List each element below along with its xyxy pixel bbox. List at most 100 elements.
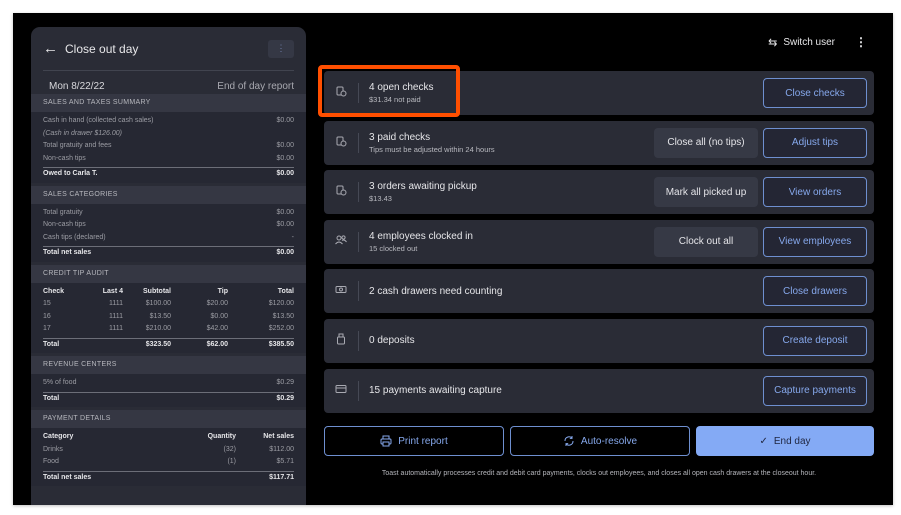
cell: $117.71: [269, 473, 294, 481]
auto-resolve-button[interactable]: Auto-resolve: [510, 426, 690, 456]
cell: $62.00: [206, 340, 228, 348]
payment-details-table: Category Quantity Net sales Drinks (32) …: [31, 428, 306, 486]
column-header: Net sales: [263, 433, 294, 440]
task-title: 4 employees clocked in: [369, 230, 473, 242]
panel-title: Close out day: [65, 41, 139, 56]
divider: [358, 281, 359, 302]
switch-user-label: Switch user: [783, 36, 835, 48]
capture-payments-button[interactable]: Capture payments: [763, 375, 867, 406]
adjust-tips-button[interactable]: Adjust tips: [763, 127, 867, 158]
column-header: Tip: [217, 287, 228, 295]
sales-taxes-section: Cash in hand (collected cash sales) $0.00…: [31, 112, 306, 183]
panel-more-button[interactable]: ⋮: [268, 39, 294, 58]
cell: $112.00: [269, 445, 294, 453]
print-report-button[interactable]: Print report: [324, 426, 504, 456]
row-label: Owed to Carla T.: [43, 170, 98, 177]
row-value: -: [291, 233, 294, 241]
column-header: Category: [43, 433, 74, 440]
row-label: Total gratuity and fees: [43, 142, 112, 149]
summary-row: Cash tips (declared) -: [43, 232, 294, 245]
check-icon: ✓: [759, 435, 768, 447]
table-row: 15 1111 $100.00 $20.00 $120.00: [43, 298, 294, 311]
cell: $100.00: [145, 300, 171, 307]
column-header: Last 4: [102, 287, 123, 295]
task-orders-awaiting-pickup: 3 orders awaiting pickup $13.43 Mark all…: [324, 170, 874, 215]
cell: $13.50: [149, 312, 171, 320]
switch-user-button[interactable]: ⇆ Switch user: [768, 36, 835, 49]
cell: $210.00: [145, 325, 171, 332]
task-subtitle: 15 clocked out: [369, 243, 418, 253]
cell: $323.50: [145, 340, 171, 348]
table-row: 17 1111 $210.00 $42.00 $252.00: [43, 323, 294, 336]
mark-all-picked-up-button[interactable]: Mark all picked up: [654, 177, 758, 208]
cell: $252.00: [268, 325, 294, 332]
row-value: $0.00: [276, 170, 294, 177]
checks-icon: [324, 136, 358, 150]
report-date: Mon 8/22/22: [49, 80, 105, 92]
row-value: $0.00: [276, 142, 294, 149]
cell: $20.00: [206, 300, 228, 307]
summary-total-row: Owed to Carla T. $0.00: [43, 167, 294, 180]
task-open-checks: 4 open checks $31.34 not paid Close chec…: [318, 65, 874, 117]
task-title: 3 paid checks: [369, 131, 431, 143]
deposit-bag-icon: [324, 333, 358, 348]
more-vertical-icon: ⋮: [276, 43, 286, 53]
column-header: Quantity: [207, 433, 236, 440]
clock-out-all-button[interactable]: Clock out all: [654, 226, 758, 257]
close-drawers-button[interactable]: Close drawers: [763, 276, 867, 307]
cell: Drinks: [43, 445, 63, 453]
credit-tip-audit-table: Check Last 4 Subtotal Tip Total 15 1111 …: [31, 282, 306, 353]
task-title: 3 orders awaiting pickup: [369, 181, 477, 193]
row-label: 5% of food: [43, 379, 77, 386]
task-title: 2 cash drawers need counting: [369, 285, 503, 297]
row-value: $0.29: [276, 394, 294, 402]
divider: [358, 330, 359, 351]
row-value: $0.00: [276, 154, 294, 162]
cell: 1111: [108, 325, 123, 332]
cell: (1): [227, 458, 236, 465]
section-heading-sales-categories: SALES CATEGORIES: [31, 185, 306, 204]
summary-row: Total gratuity and fees $0.00: [43, 140, 294, 153]
summary-total-row: Total net sales $0.00: [43, 246, 294, 259]
task-payments-awaiting-capture: 15 payments awaiting capture Capture pay…: [324, 368, 874, 413]
cell: 16: [43, 312, 51, 320]
divider: [358, 132, 359, 153]
cash-icon: [324, 285, 358, 297]
column-header: Total: [277, 287, 294, 295]
table-header: Check Last 4 Subtotal Tip Total: [43, 286, 294, 299]
view-orders-button[interactable]: View orders: [763, 177, 867, 208]
row-value: $0.00: [276, 249, 294, 256]
more-vertical-icon[interactable]: ⋮: [855, 35, 867, 49]
cell: 1111: [108, 300, 123, 307]
table-total-row: Total $323.50 $62.00 $385.50: [43, 337, 294, 352]
divider: [358, 231, 359, 252]
cell: [88, 339, 123, 352]
row-label: Non-cash tips: [43, 221, 86, 228]
arrows-swap-icon: ⇆: [768, 36, 778, 49]
cell: $120.00: [268, 300, 294, 307]
create-deposit-button[interactable]: Create deposit: [763, 325, 867, 356]
cell: $0.00: [210, 312, 228, 320]
card-icon: [324, 384, 358, 397]
row-value: $0.00: [276, 208, 294, 216]
task-title: 0 deposits: [369, 335, 415, 347]
printer-icon: [380, 435, 392, 447]
report-header: ← Close out day ⋮ Mon 8/22/22 End of day…: [31, 27, 306, 92]
end-day-button[interactable]: ✓ End day: [696, 426, 874, 456]
cell: 17: [43, 325, 51, 332]
close-checks-button[interactable]: Close checks: [763, 78, 867, 108]
sales-categories-section: Total gratuity $0.00 Non-cash tips $0.00 C…: [31, 203, 306, 262]
column-header: Check: [43, 287, 65, 295]
cell: Food: [43, 458, 59, 465]
close-all-no-tips-button[interactable]: Close all (no tips): [654, 127, 758, 158]
row-value: $0.00: [276, 117, 294, 124]
checks-icon: [324, 86, 358, 100]
task-cash-drawers: 2 cash drawers need counting Close drawe…: [324, 269, 874, 314]
view-employees-button[interactable]: View employees: [763, 226, 867, 257]
revenue-centers-section: 5% of food $0.29 Total $0.29: [31, 374, 306, 407]
row-label: Non-cash tips: [43, 154, 86, 162]
row-value: $0.29: [276, 379, 294, 386]
closeout-footnote: Toast automatically processes credit and…: [381, 470, 817, 477]
back-arrow-icon[interactable]: ←: [43, 40, 65, 57]
bottom-actions: Print report Auto-resolve ✓ End day: [324, 426, 874, 456]
